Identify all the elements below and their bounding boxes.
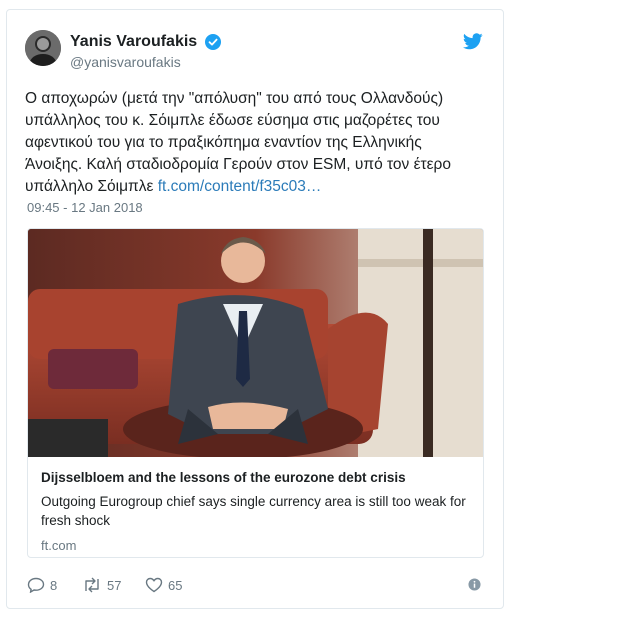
card-title: Dijsselbloem and the lessons of the euro… xyxy=(41,470,406,485)
heart-icon xyxy=(145,577,163,593)
card-image xyxy=(28,229,483,457)
tweet-actions: 8 57 65 xyxy=(27,575,483,597)
card-description: Outgoing Eurogroup chief says single cur… xyxy=(41,494,466,528)
retweet-icon xyxy=(85,577,99,593)
tweet-card: Yanis Varoufakis @yanisvaroufakis Ο αποχ… xyxy=(6,9,504,609)
verified-icon xyxy=(204,34,221,50)
info-icon[interactable] xyxy=(468,578,481,591)
like-count: 65 xyxy=(168,577,183,593)
link-preview-card[interactable]: Dijsselbloem and the lessons of the euro… xyxy=(27,228,484,558)
name-block: Yanis Varoufakis @yanisvaroufakis xyxy=(70,32,221,71)
user-handle[interactable]: @yanisvaroufakis xyxy=(70,53,221,71)
avatar[interactable] xyxy=(25,30,61,66)
reply-button[interactable]: 8 xyxy=(27,575,57,595)
display-name[interactable]: Yanis Varoufakis xyxy=(70,32,197,52)
card-body: Dijsselbloem and the lessons of the euro… xyxy=(41,469,471,553)
tweet-url-link[interactable]: ft.com/content/f35c03… xyxy=(158,178,322,195)
retweet-button[interactable]: 57 xyxy=(82,575,121,595)
tweet-header: Yanis Varoufakis @yanisvaroufakis xyxy=(25,30,487,74)
retweet-count: 57 xyxy=(107,577,122,593)
twitter-bird-icon[interactable] xyxy=(463,33,483,50)
like-button[interactable]: 65 xyxy=(145,575,182,595)
tweet-timestamp[interactable]: 09:45 - 12 Jan 2018 xyxy=(27,200,143,215)
card-domain: ft.com xyxy=(41,538,77,553)
reply-icon xyxy=(27,577,45,593)
reply-count: 8 xyxy=(50,577,58,593)
tweet-text: Ο αποχωρών (μετά την "απόλυση" του από τ… xyxy=(25,88,465,198)
